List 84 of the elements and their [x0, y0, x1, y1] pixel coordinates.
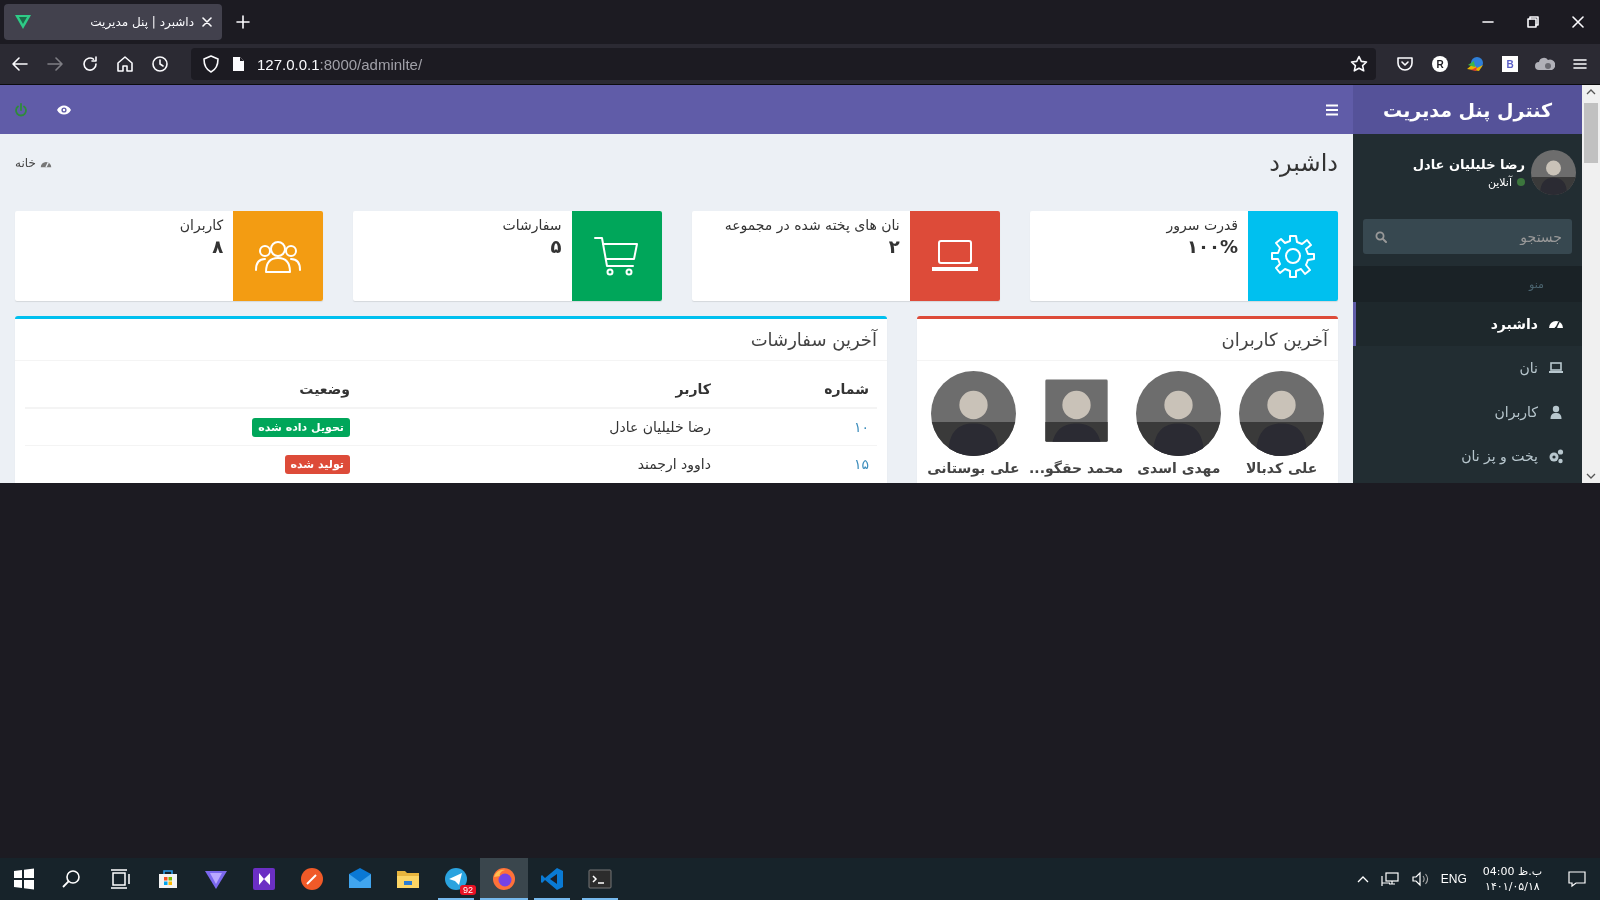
scroll-thumb[interactable]	[1584, 103, 1598, 163]
app-logo[interactable]: کنترل پنل مدیریت	[1353, 85, 1582, 134]
gears-icon	[1548, 448, 1564, 464]
info-value: ۱۰۰%	[1186, 236, 1238, 257]
new-tab-icon[interactable]	[236, 15, 250, 29]
panel-title: آخرین سفارشات	[15, 319, 887, 361]
status-badge: تحویل داده شده	[252, 417, 350, 437]
fox-globe-icon[interactable]	[492, 867, 516, 891]
table-cell: رضا خلیلیان عادل	[358, 408, 719, 446]
status-text: آنلاین	[1487, 175, 1512, 189]
panel-title: آخرین کاربران	[917, 319, 1338, 361]
laptop-icon	[1548, 360, 1564, 376]
user-name[interactable]: علی کدبالا	[1245, 460, 1318, 476]
code-icon[interactable]	[540, 867, 564, 891]
extension-icon[interactable]: B	[1502, 56, 1518, 72]
status-badge: تولید شده	[284, 454, 350, 474]
start-icon[interactable]	[12, 867, 36, 891]
notification-icon[interactable]	[1568, 870, 1586, 888]
info-value: ۵	[549, 236, 562, 257]
gear-icon	[1269, 232, 1317, 280]
user-name[interactable]: مهدی اسدی	[1137, 460, 1221, 476]
avatar	[1531, 150, 1576, 195]
menu-heading: منو	[1529, 277, 1544, 291]
close-icon[interactable]	[202, 17, 212, 27]
info-label: کاربران	[179, 217, 224, 233]
speaker-icon[interactable]	[1410, 871, 1429, 887]
tab-title: داشبرد | پنل مدیریت	[89, 15, 194, 29]
menu-item[interactable]: نان	[1353, 346, 1582, 390]
star-icon[interactable]	[1350, 55, 1368, 73]
cloud-icon[interactable]	[1535, 56, 1555, 72]
shield-icon[interactable]	[203, 55, 219, 73]
task-view-icon[interactable]	[108, 867, 132, 891]
user-name[interactable]: علی بوستانی	[927, 460, 1020, 476]
play-square-icon[interactable]	[252, 867, 276, 891]
column-header: شماره	[719, 371, 877, 408]
count-badge: 92	[460, 885, 476, 895]
close-icon[interactable]	[1571, 16, 1584, 28]
user-name[interactable]: محمد حقگو...	[1029, 460, 1124, 476]
info-label: نان های پخته شده در مجموعه	[724, 217, 900, 233]
network-icon[interactable]	[1380, 871, 1399, 887]
v-logo-icon	[14, 14, 32, 30]
shopping-bag-icon[interactable]	[156, 867, 180, 891]
page-icon	[231, 56, 245, 72]
menu-item[interactable]: پخت و پز نان	[1353, 434, 1582, 478]
back-icon[interactable]	[11, 55, 29, 73]
menu-icon[interactable]	[1325, 103, 1339, 116]
page-title: داشبرد	[1269, 149, 1338, 177]
terminal-icon[interactable]	[588, 867, 612, 891]
clock-date[interactable]: ۱۴۰۱/۰۵/۱۸	[1485, 880, 1540, 893]
table-cell: داوود ارجمند	[358, 445, 719, 482]
pocket-icon[interactable]	[1396, 55, 1414, 73]
language-indicator[interactable]: ENG	[1440, 872, 1467, 886]
eye-icon[interactable]	[56, 103, 72, 116]
menu-item[interactable]: داشبرد	[1353, 302, 1582, 346]
scroll-down-icon[interactable]	[1586, 473, 1596, 479]
info-value: ۲	[887, 236, 900, 257]
forward-icon[interactable]	[46, 55, 64, 73]
globe-icon[interactable]	[1465, 55, 1485, 73]
chevron-up-icon[interactable]	[1356, 875, 1369, 883]
info-label: سفارشات	[502, 217, 562, 233]
extension-icon[interactable]: R	[1432, 56, 1448, 72]
url-text: 127.0.0.1:8000/adminlte/	[257, 55, 424, 73]
menu-item[interactable]: کاربران	[1353, 390, 1582, 434]
browser-tab[interactable]: داشبرد | پنل مدیریت	[4, 4, 222, 40]
address-bar[interactable]: 127.0.0.1:8000/adminlte/	[191, 48, 1376, 80]
info-label: قدرت سرور	[1166, 217, 1238, 233]
restore-icon[interactable]	[1526, 16, 1539, 28]
mail-icon[interactable]	[348, 867, 372, 891]
pen-circle-icon[interactable]	[300, 867, 324, 891]
order-number-link[interactable]: ۱۵	[853, 456, 869, 472]
clock-icon[interactable]	[151, 55, 169, 73]
order-number-link[interactable]: ۱۰	[853, 419, 869, 435]
search-field[interactable]: جستجو	[1363, 219, 1572, 254]
scroll-up-icon[interactable]	[1586, 89, 1596, 95]
scrollbar[interactable]	[1582, 85, 1600, 483]
info-value: ۸	[211, 236, 224, 257]
reload-icon[interactable]	[81, 55, 99, 73]
column-header: وضعیت	[25, 371, 358, 408]
user-name: رضا خلیلیان عادل	[1412, 156, 1525, 172]
column-header: کاربر	[358, 371, 719, 408]
user-icon	[1548, 404, 1564, 420]
clock-time[interactable]: ب.ظ 04:00	[1482, 865, 1542, 878]
breadcrumb-link[interactable]: خانه	[15, 156, 36, 170]
home-icon[interactable]	[116, 55, 134, 73]
